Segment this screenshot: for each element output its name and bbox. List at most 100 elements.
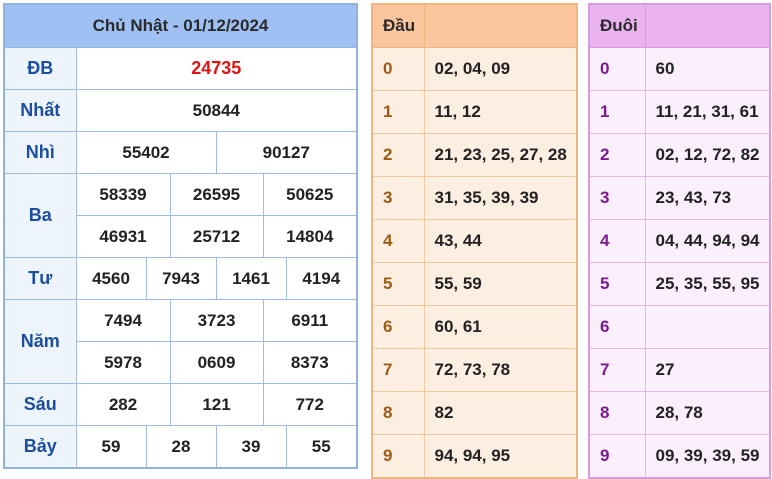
tail-digit-header: Đuôi [588,3,646,48]
prize-row-nhat: Nhất 50844 [3,89,358,133]
table-row: 7 27 [588,348,771,392]
prize-value: 121 [169,383,264,427]
digit-key: 4 [371,219,425,263]
tail-digit-table: Đuôi 0 60 1 11, 21, 31, 61 2 02, 12, 72, 82… [588,3,771,479]
prize-row-ba: Ba 58339 26595 50625 [3,173,358,259]
head-digit-header-blank [423,3,578,48]
prize-value: 7943 [145,257,217,301]
prize-label-nhat: Nhất [3,89,77,133]
table-row: 7 72, 73, 78 [371,348,578,392]
prize-value: 50844 [75,89,358,133]
prize-label-bay: Bảy [3,425,77,469]
table-row: 1 11, 21, 31, 61 [588,90,771,134]
digit-values: 02, 04, 09 [423,47,578,91]
digit-key: 1 [588,90,646,134]
special-prize-value: 24735 [75,47,358,91]
prize-label-nhi: Nhì [3,131,77,175]
digit-values [644,305,771,349]
digit-key: 8 [588,391,646,435]
prize-value: 90127 [215,131,358,175]
prize-value: 28 [145,425,217,469]
digit-values: 02, 12, 72, 82 [644,133,771,177]
digit-values: 11, 21, 31, 61 [644,90,771,134]
digit-key: 3 [588,176,646,220]
head-digit-header: Đầu [371,3,425,48]
digit-values: 72, 73, 78 [423,348,578,392]
digit-key: 0 [371,47,425,91]
prize-value: 50625 [262,173,358,217]
prize-value: 1461 [215,257,287,301]
digit-key: 1 [371,90,425,134]
table-row: 5 25, 35, 55, 95 [588,262,771,306]
table-row: 2 21, 23, 25, 27, 28 [371,133,578,177]
digit-key: 6 [371,305,425,349]
prize-value: 59 [75,425,147,469]
prize-row-bay: Bảy 59 28 39 55 [3,425,358,469]
digit-values: 82 [423,391,578,435]
table-row: 6 60, 61 [371,305,578,349]
prize-label-tu: Tư [3,257,77,301]
prize-label-sau: Sáu [3,383,77,427]
head-digit-table: Đầu 0 02, 04, 09 1 11, 12 2 21, 23, 25, 27,… [371,3,578,479]
table-row: 2 02, 12, 72, 82 [588,133,771,177]
prize-value: 3723 [169,299,264,343]
prize-value: 7494 [75,299,171,343]
tail-digit-header-blank [644,3,771,48]
prize-value: 26595 [169,173,264,217]
digit-key: 2 [588,133,646,177]
digit-values: 25, 35, 55, 95 [644,262,771,306]
table-row: 1 11, 12 [371,90,578,134]
digit-values: 43, 44 [423,219,578,263]
lottery-results-table: Chủ Nhật - 01/12/2024 ĐB 24735 Nhất 5084… [3,3,359,469]
table-row: 8 28, 78 [588,391,771,435]
table-row: 3 31, 35, 39, 39 [371,176,578,220]
digit-key: 4 [588,219,646,263]
prize-row-sau: Sáu 282 121 772 [3,383,358,427]
prize-value: 55 [285,425,358,469]
digit-values: 09, 39, 39, 59 [644,434,771,479]
digit-key: 7 [371,348,425,392]
prize-row-nhi: Nhì 55402 90127 [3,131,358,175]
prize-value: 14804 [262,215,358,259]
digit-values: 27 [644,348,771,392]
digit-values: 28, 78 [644,391,771,435]
digit-key: 3 [371,176,425,220]
table-row: 3 23, 43, 73 [588,176,771,220]
digit-key: 5 [588,262,646,306]
prize-value: 25712 [169,215,264,259]
table-row: 0 02, 04, 09 [371,47,578,91]
prize-label-nam: Năm [3,299,77,385]
table-row: 9 94, 94, 95 [371,434,578,479]
digit-key: 5 [371,262,425,306]
digit-key: 7 [588,348,646,392]
prize-value: 4560 [75,257,147,301]
table-row: 8 82 [371,391,578,435]
table-row: 9 09, 39, 39, 59 [588,434,771,479]
prize-value: 46931 [75,215,171,259]
prize-value: 39 [215,425,287,469]
prize-value: 5978 [75,341,171,385]
digit-values: 55, 59 [423,262,578,306]
prize-value: 282 [75,383,171,427]
prize-value: 0609 [169,341,264,385]
prize-label-ba: Ba [3,173,77,259]
digit-key: 9 [371,434,425,479]
digit-key: 9 [588,434,646,479]
digit-values: 94, 94, 95 [423,434,578,479]
prize-value: 58339 [75,173,171,217]
digit-values: 60, 61 [423,305,578,349]
table-row: 4 43, 44 [371,219,578,263]
digit-values: 21, 23, 25, 27, 28 [423,133,578,177]
prize-value: 772 [262,383,358,427]
prize-value: 6911 [262,299,358,343]
prize-value: 8373 [262,341,358,385]
digit-values: 23, 43, 73 [644,176,771,220]
digit-values: 31, 35, 39, 39 [423,176,578,220]
prize-label-db: ĐB [3,47,77,91]
table-row: 0 60 [588,47,771,91]
prize-row-db: ĐB 24735 [3,47,358,91]
prize-row-tu: Tư 4560 7943 1461 4194 [3,257,358,301]
date-header: Chủ Nhật - 01/12/2024 [3,3,358,49]
table-row: 5 55, 59 [371,262,578,306]
table-row: 4 04, 44, 94, 94 [588,219,771,263]
